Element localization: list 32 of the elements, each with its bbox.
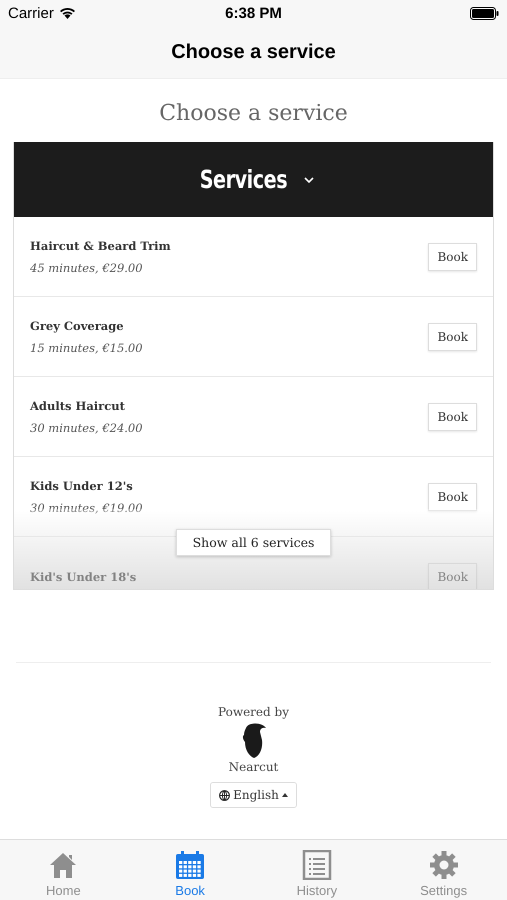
tab-item[interactable]: Book — [126, 840, 254, 900]
service-name: Adults Haircut — [30, 398, 126, 412]
book-button[interactable]: Book — [428, 482, 477, 510]
home-icon — [48, 850, 78, 880]
book-button[interactable]: Book — [428, 322, 477, 350]
service-details: 45 minutes, €29.00 — [30, 260, 144, 274]
powered-by-label: Powered by — [218, 705, 289, 719]
book-button[interactable]: Book — [428, 402, 477, 430]
page-heading: Choose a service — [158, 101, 349, 126]
clock-time: 6:38 PM — [225, 4, 282, 22]
brand-name: Nearcut — [228, 760, 278, 774]
caret-icon — [282, 793, 288, 797]
calendar-icon — [175, 850, 206, 880]
language-selector[interactable]: English — [210, 782, 297, 808]
service-name: Kid's Under 18's — [30, 570, 138, 584]
carrier-label: Carrier — [8, 4, 54, 22]
list-icon — [302, 850, 332, 880]
screen-title: Choose a service — [171, 40, 336, 64]
service-name: Kids Under 12's — [30, 478, 134, 492]
services-header[interactable]: Services — [14, 142, 493, 217]
service-details: 30 minutes, €24.00 — [30, 420, 144, 434]
globe-icon — [219, 790, 230, 800]
wifi-icon — [58, 7, 76, 19]
settings-icon — [428, 850, 459, 880]
service-name: Grey Coverage — [30, 318, 125, 332]
service-name: Haircut & Beard Trim — [30, 238, 172, 252]
book-button[interactable]: Book — [428, 242, 477, 270]
service-details: 30 minutes, €19.00 — [30, 500, 144, 514]
show-all-button[interactable]: Show all 6 services — [176, 529, 332, 556]
services-title: Services — [200, 165, 288, 194]
battery-icon — [470, 6, 499, 20]
service-details: 15 minutes, €15.00 — [30, 340, 144, 354]
